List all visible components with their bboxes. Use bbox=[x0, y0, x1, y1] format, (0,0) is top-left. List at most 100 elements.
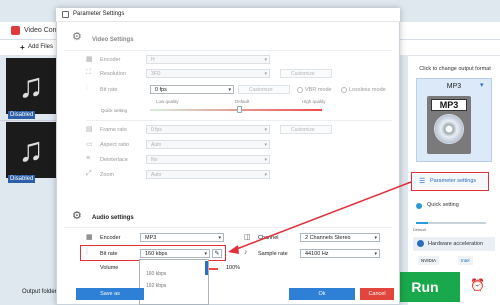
section-divider bbox=[64, 50, 392, 51]
volume-value: 100% bbox=[226, 265, 241, 271]
resolution-customize-button[interactable]: Customize bbox=[280, 69, 332, 78]
zoom-icon: ⤢ bbox=[86, 170, 92, 177]
file-thumbnail[interactable]: ♫ bbox=[6, 122, 56, 178]
run-button[interactable]: Run bbox=[390, 272, 460, 302]
resolution-label: Resolution bbox=[100, 71, 126, 77]
output-folder-label: Output folder: bbox=[22, 289, 59, 295]
status-badge: Disabled bbox=[8, 175, 36, 183]
lossless-mode-label: Lossless mode bbox=[349, 87, 386, 93]
video-encoder-label: Encoder bbox=[100, 57, 121, 63]
vbr-mode-label: VBR mode bbox=[305, 87, 332, 93]
dropdown-option[interactable]: 160 kbps bbox=[140, 268, 208, 280]
quick-setting-label: Quick setting bbox=[427, 202, 459, 208]
chevron-down-icon: ▾ bbox=[374, 251, 377, 257]
deinterlace-value: No bbox=[151, 157, 158, 163]
chevron-down-icon: ▾ bbox=[228, 87, 231, 93]
audio-settings-title: Audio settings bbox=[92, 215, 134, 221]
video-encoder-value: H bbox=[151, 57, 155, 63]
frame-rate-value: 0 fps bbox=[151, 127, 162, 133]
bitrate-dropdown-list: 160 kbps 192 kbps bbox=[139, 259, 209, 305]
cancel-button[interactable]: Cancel bbox=[360, 288, 394, 300]
quick-setting-default-label: Default bbox=[413, 227, 426, 232]
aspect-ratio-icon: ▭ bbox=[86, 141, 93, 148]
nvidia-badge: NVIDIA bbox=[418, 256, 440, 265]
video-settings-icon: ⚙ bbox=[72, 31, 82, 43]
video-bitrate-select[interactable]: 0 fps ▾ bbox=[150, 85, 234, 94]
frame-rate-label: Frame rate bbox=[100, 127, 127, 133]
chevron-down-icon: ▾ bbox=[264, 157, 267, 163]
highlight-box bbox=[411, 172, 489, 191]
audio-encoder-value: MP3 bbox=[145, 235, 157, 241]
section-divider bbox=[86, 120, 392, 121]
channel-value: 2 Channels Stereo bbox=[305, 235, 351, 241]
music-note-icon: ♫ bbox=[18, 131, 44, 169]
sample-rate-select[interactable]: 44100 Hz ▾ bbox=[300, 249, 380, 258]
dialog-icon bbox=[62, 11, 69, 18]
chevron-down-icon: ▾ bbox=[264, 172, 267, 178]
zoom-select[interactable]: Auto ▾ bbox=[146, 170, 270, 179]
lossless-mode-radio[interactable] bbox=[341, 87, 347, 93]
video-settings-title: Video Settings bbox=[92, 37, 134, 43]
audio-encoder-select[interactable]: MP3 ▾ bbox=[140, 233, 224, 242]
intel-badge: Intel bbox=[458, 256, 473, 265]
frame-rate-customize-button[interactable]: Customize bbox=[280, 125, 332, 134]
quick-setting-label: Quick setting bbox=[101, 108, 128, 113]
ok-button[interactable]: Ok bbox=[289, 288, 355, 300]
audio-encoder-icon: ▦ bbox=[86, 234, 93, 241]
dropdown-option[interactable]: 192 kbps bbox=[140, 280, 208, 292]
quick-setting-icon bbox=[416, 203, 422, 209]
add-files-button[interactable]: Add Files bbox=[28, 44, 53, 50]
section-divider bbox=[64, 227, 392, 228]
hardware-acceleration-label: Hardware acceleration bbox=[428, 241, 484, 247]
zoom-value: Auto bbox=[151, 172, 162, 178]
chevron-down-icon: ▾ bbox=[264, 142, 267, 148]
dialog-title: Parameter Settings bbox=[73, 11, 125, 17]
customize-label: Customize bbox=[291, 71, 315, 77]
channel-icon: ◫ bbox=[244, 234, 251, 241]
video-bitrate-label: Bit rate bbox=[100, 87, 118, 93]
deinterlace-select[interactable]: No ▾ bbox=[146, 155, 270, 164]
deinterlace-label: Deinterlace bbox=[100, 157, 128, 163]
audio-settings-icon: ⚙ bbox=[72, 210, 82, 222]
chevron-down-icon: ▾ bbox=[480, 82, 484, 89]
video-bitrate-value: 0 fps bbox=[155, 87, 167, 93]
chevron-down-icon: ▾ bbox=[374, 235, 377, 241]
alarm-clock-icon[interactable]: ⏰ bbox=[470, 278, 485, 292]
default-quality-label: Default bbox=[235, 99, 250, 104]
dropdown-scrollbar[interactable] bbox=[205, 261, 208, 275]
sample-rate-label: Sample rate bbox=[258, 251, 288, 257]
app-logo-icon bbox=[11, 26, 20, 35]
chevron-down-icon: ▾ bbox=[264, 127, 267, 133]
aspect-ratio-value: Auto bbox=[151, 142, 162, 148]
bitrate-icon: ⫶ bbox=[86, 85, 88, 92]
audio-encoder-label: Encoder bbox=[100, 235, 121, 241]
quality-slider-handle[interactable] bbox=[237, 106, 242, 113]
encoder-icon: ▦ bbox=[86, 56, 93, 63]
add-icon: + bbox=[20, 43, 25, 52]
chevron-down-icon: ▾ bbox=[218, 235, 221, 241]
output-format-caption: Click to change output format bbox=[419, 66, 491, 72]
status-badge: Disabled bbox=[8, 111, 36, 119]
sample-rate-icon: ♪ bbox=[244, 249, 248, 256]
low-quality-label: Low quality bbox=[156, 99, 179, 104]
quick-setting-fill bbox=[416, 222, 428, 224]
frame-rate-select[interactable]: 0 fps ▾ bbox=[146, 125, 270, 134]
disc-icon bbox=[434, 114, 464, 144]
vbr-mode-radio[interactable] bbox=[297, 87, 303, 93]
save-as-button[interactable]: Save as bbox=[76, 288, 144, 300]
channel-label: Channel bbox=[258, 235, 279, 241]
customize-label: Customize bbox=[249, 87, 273, 93]
channel-select[interactable]: 2 Channels Stereo ▾ bbox=[300, 233, 380, 242]
sample-rate-value: 44100 Hz bbox=[305, 251, 329, 257]
high-quality-label: High quality bbox=[302, 99, 326, 104]
mp3-badge: MP3 bbox=[431, 99, 467, 111]
resolution-value: 3FD bbox=[151, 71, 161, 77]
resolution-select[interactable]: 3FD ▾ bbox=[146, 69, 270, 78]
file-thumbnail[interactable]: ♫ bbox=[6, 58, 56, 114]
video-encoder-select[interactable]: H ▾ bbox=[146, 55, 270, 64]
aspect-ratio-select[interactable]: Auto ▾ bbox=[146, 140, 270, 149]
customize-label: Customize bbox=[291, 127, 315, 133]
bitrate-customize-button[interactable]: Customize bbox=[238, 85, 290, 94]
dropdown-option-partial[interactable] bbox=[140, 260, 208, 268]
quality-slider[interactable] bbox=[150, 109, 322, 111]
